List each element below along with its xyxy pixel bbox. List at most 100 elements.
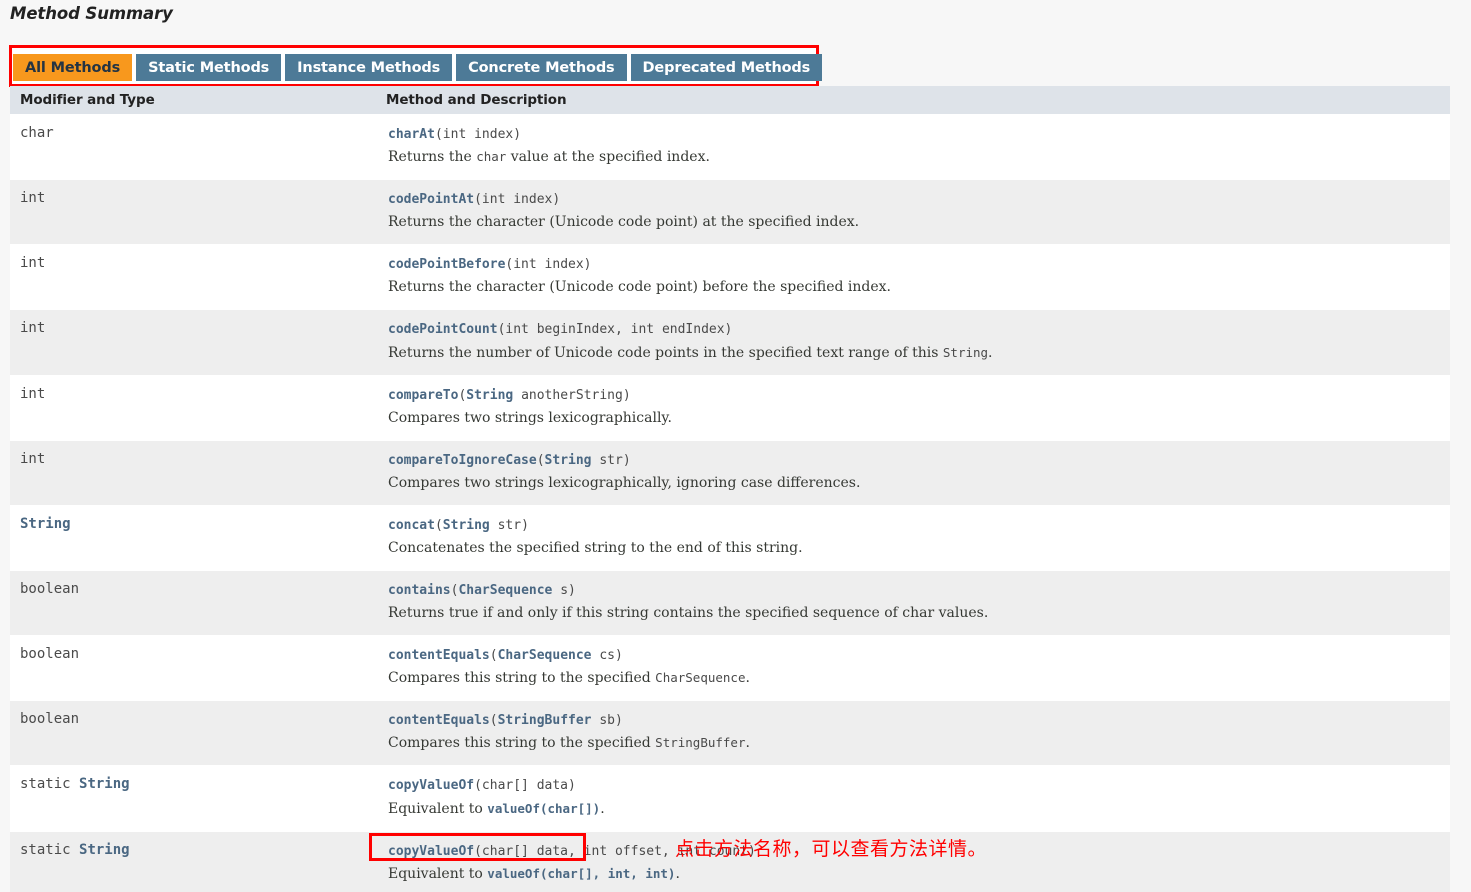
cell-method-description: contentEquals(CharSequence cs) Compares t… xyxy=(378,635,1450,701)
cell-method-description: contentEquals(StringBuffer sb) Compares t… xyxy=(378,700,1450,766)
method-name-link[interactable]: compareTo xyxy=(388,388,458,403)
table-row: boolean contentEquals(StringBuffer sb) Com… xyxy=(10,700,1450,766)
method-signature: contentEquals(StringBuffer sb) xyxy=(388,711,1442,731)
method-summary-page: Method Summary All Methods Static Methods… xyxy=(0,0,1471,892)
method-description-text: Returns true if and only if this string … xyxy=(388,603,1442,624)
table-row: int codePointAt(int index) Returns the cha… xyxy=(10,179,1450,245)
method-name-link[interactable]: charAt xyxy=(388,127,435,142)
method-description-text: Compares two strings lexicographically. xyxy=(388,408,1442,429)
table-row: String concat(String str) Concatenates the… xyxy=(10,504,1450,571)
table-header-row: Modifier and Type Method and Description xyxy=(10,86,1450,115)
method-description-text: Returns the number of Unicode code point… xyxy=(388,343,1442,364)
method-name-link[interactable]: contentEquals xyxy=(388,713,490,728)
desc-prefix: Returns true if and only if this string … xyxy=(388,605,989,622)
method-name-link[interactable]: contentEquals xyxy=(388,648,490,663)
primitive-type: boolean xyxy=(20,646,80,663)
method-signature: compareToIgnoreCase(String str) xyxy=(388,451,1442,471)
tab-static-methods[interactable]: Static Methods xyxy=(136,54,282,81)
paren-open: ( xyxy=(536,452,545,468)
desc-code-token: char xyxy=(476,149,507,165)
param-type-link[interactable]: String xyxy=(545,453,592,468)
method-name-link[interactable]: copyValueOf xyxy=(388,844,474,859)
param-rest: str) xyxy=(489,517,529,533)
param-rest: cs) xyxy=(591,648,623,664)
method-description-text: Equivalent to valueOf(char[], int, int). xyxy=(388,864,1442,885)
desc-suffix: . xyxy=(600,800,605,817)
param-type-link[interactable]: CharSequence xyxy=(498,648,592,663)
param-rest: sb) xyxy=(591,713,623,729)
method-name-link[interactable]: concat xyxy=(388,518,435,533)
cell-modifier-type: char xyxy=(10,113,378,180)
cell-modifier-type: static String xyxy=(10,765,378,832)
table-row: boolean contains(CharSequence s) Returns t… xyxy=(10,569,1450,636)
method-description-text: Compares two strings lexicographically, … xyxy=(388,473,1442,494)
primitive-type: boolean xyxy=(20,580,80,597)
method-description-text: Compares this string to the specified St… xyxy=(388,733,1442,754)
primitive-type: int xyxy=(20,450,46,467)
method-description-text: Concatenates the specified string to the… xyxy=(388,538,1442,559)
param-type-link[interactable]: String xyxy=(443,518,490,533)
method-name-link[interactable]: codePointAt xyxy=(388,192,474,207)
cell-modifier-type: int xyxy=(10,309,378,376)
cell-modifier-type: int xyxy=(10,179,378,245)
desc-prefix: Equivalent to xyxy=(388,800,488,817)
method-signature: codePointCount(int beginIndex, int endIn… xyxy=(388,320,1442,340)
table-row: int compareToIgnoreCase(String str) Compar… xyxy=(10,439,1450,506)
cell-modifier-type: int xyxy=(10,244,378,310)
cell-modifier-type: int xyxy=(10,374,378,441)
column-header-modifier: Modifier and Type xyxy=(10,86,378,115)
desc-suffix: . xyxy=(675,865,680,882)
method-signature: compareTo(String anotherString) xyxy=(388,386,1442,406)
method-name-link[interactable]: codePointCount xyxy=(388,322,498,337)
desc-prefix: Equivalent to xyxy=(388,865,488,882)
cell-method-description: compareTo(String anotherString) Compares … xyxy=(378,374,1450,441)
method-params: (char[] data) xyxy=(474,778,576,794)
page-title: Method Summary xyxy=(10,4,173,23)
cell-method-description: charAt(int index) Returns the char value … xyxy=(378,113,1450,180)
method-name-link[interactable]: contains xyxy=(388,583,451,598)
tab-all-methods[interactable]: All Methods xyxy=(13,54,133,81)
method-params: (int index) xyxy=(434,127,522,142)
method-description-text: Equivalent to valueOf(char[]). xyxy=(388,799,1442,820)
cell-method-description: copyValueOf(char[] data) Equivalent to va… xyxy=(378,765,1450,832)
desc-prefix: Compares two strings lexicographically. xyxy=(388,409,672,426)
table-row: static String copyValueOf(char[] data) Equ… xyxy=(10,765,1450,832)
method-description-text: Compares this string to the specified Ch… xyxy=(388,668,1442,689)
table-row: int compareTo(String anotherString) Compar… xyxy=(10,374,1450,441)
paren-open: ( xyxy=(489,648,498,664)
param-type-link[interactable]: StringBuffer xyxy=(498,713,592,728)
desc-prefix: Returns the number of Unicode code point… xyxy=(388,344,943,361)
desc-code-token: String xyxy=(942,344,989,360)
tab-concrete-methods[interactable]: Concrete Methods xyxy=(456,54,627,81)
type-link[interactable]: String xyxy=(79,776,130,792)
param-type-link[interactable]: String xyxy=(466,388,513,403)
method-signature: codePointBefore(int index) xyxy=(388,255,1442,275)
method-params: (int index) xyxy=(505,257,592,273)
tab-deprecated-methods[interactable]: Deprecated Methods xyxy=(630,54,823,81)
method-name-link[interactable]: codePointBefore xyxy=(388,257,505,272)
method-filter-tabs: All Methods Static Methods Instance Method… xyxy=(13,54,823,81)
table-row: int codePointBefore(int index) Returns the… xyxy=(10,244,1450,310)
desc-code-token: StringBuffer xyxy=(655,735,746,751)
cell-method-description: compareToIgnoreCase(String str) Compares … xyxy=(378,439,1450,506)
cell-method-description: concat(String str) Concatenates the speci… xyxy=(378,504,1450,571)
method-signature: contentEquals(CharSequence cs) xyxy=(388,646,1442,666)
tab-instance-methods[interactable]: Instance Methods xyxy=(285,54,453,81)
desc-prefix: Returns the xyxy=(388,149,477,166)
type-link[interactable]: String xyxy=(79,842,130,858)
desc-method-link[interactable]: valueOf(char[]) xyxy=(487,801,600,816)
method-signature: contains(CharSequence s) xyxy=(388,581,1442,601)
method-params: (int index) xyxy=(474,192,561,208)
cell-method-description: codePointBefore(int index) Returns the ch… xyxy=(378,244,1450,310)
method-name-link[interactable]: compareToIgnoreCase xyxy=(388,453,537,468)
desc-prefix: Returns the character (Unicode code poin… xyxy=(388,214,860,231)
method-name-link[interactable]: copyValueOf xyxy=(388,778,474,793)
param-type-link[interactable]: CharSequence xyxy=(458,583,552,598)
cell-modifier-type: boolean xyxy=(10,635,378,701)
desc-prefix: Concatenates the specified string to the… xyxy=(388,539,803,556)
modifier-static-keyword: static xyxy=(20,776,80,793)
desc-suffix: . xyxy=(745,735,750,752)
desc-method-link[interactable]: valueOf(char[], int, int) xyxy=(487,866,675,881)
type-link[interactable]: String xyxy=(20,516,71,532)
desc-prefix: Returns the character (Unicode code poin… xyxy=(388,279,891,296)
